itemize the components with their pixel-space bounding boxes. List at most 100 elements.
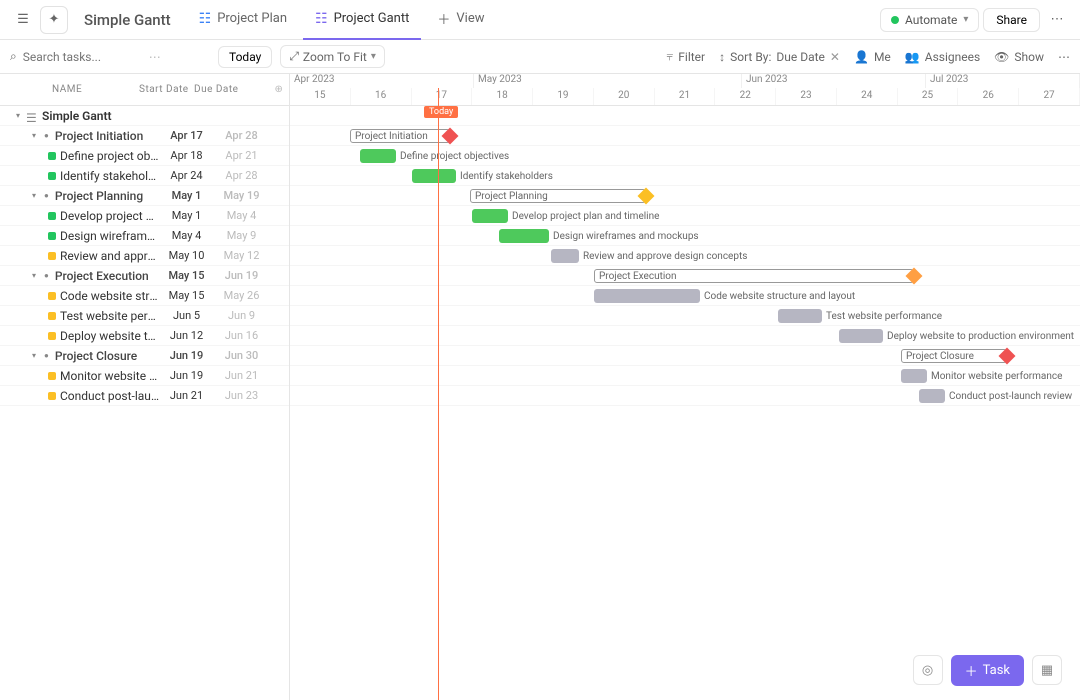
gantt-bar[interactable]: Project Initiation xyxy=(350,129,450,143)
tab-project-plan[interactable]: ☷ Project Plan xyxy=(187,0,299,40)
task-row[interactable]: Design wireframes and mockupsMay 4May 9 xyxy=(0,226,289,246)
gantt-row: Project Planning xyxy=(290,186,1080,206)
gantt-row: Conduct post-launch review xyxy=(290,386,1080,406)
start-date: May 10 xyxy=(159,249,214,262)
task-row[interactable]: Test website performanceJun 5Jun 9 xyxy=(0,306,289,326)
gantt-bar-label: Test website performance xyxy=(826,311,942,322)
gantt-bar[interactable]: Project Planning xyxy=(470,189,646,203)
start-date: Apr 18 xyxy=(159,149,214,162)
filter-label: Filter xyxy=(678,50,705,64)
collapse-toggle[interactable]: ▾ xyxy=(32,271,42,280)
clear-sort-icon[interactable]: ✕ xyxy=(830,50,840,64)
gantt-bar[interactable]: Conduct post-launch review xyxy=(919,389,945,403)
task-row[interactable]: ▾☰Simple Gantt xyxy=(0,106,289,126)
show-button[interactable]: 👁Show xyxy=(994,50,1044,64)
task-name: Monitor website performance xyxy=(56,369,159,383)
gantt-bar[interactable]: Code website structure and layout xyxy=(594,289,700,303)
sort-field: Due Date xyxy=(776,50,825,64)
task-row[interactable]: ▾●Project InitiationApr 17Apr 28 xyxy=(0,126,289,146)
status-dot-icon xyxy=(891,16,899,24)
task-row[interactable]: ▾●Project ExecutionMay 15Jun 19 xyxy=(0,266,289,286)
gantt-bar[interactable]: Develop project plan and timeline xyxy=(472,209,508,223)
task-row[interactable]: Conduct post-launch reviewJun 21Jun 23 xyxy=(0,386,289,406)
day-label: 24 xyxy=(837,88,898,105)
share-button[interactable]: Share xyxy=(983,8,1040,32)
bars-icon: ☷ xyxy=(199,11,212,27)
search-more-icon[interactable]: ⋯ xyxy=(149,50,161,64)
day-label: 26 xyxy=(958,88,1019,105)
task-name: Develop project plan and timeline xyxy=(56,209,159,223)
tab-label: Project Plan xyxy=(217,11,287,26)
due-date: Apr 28 xyxy=(214,129,269,142)
assignees-button[interactable]: 👥Assignees xyxy=(905,50,980,64)
zoom-fit-button[interactable]: ⤢ Zoom To Fit ▾ xyxy=(280,45,385,68)
task-row[interactable]: Review and approve design conceptsMay 10… xyxy=(0,246,289,266)
collapse-toggle[interactable]: ▾ xyxy=(32,351,42,360)
gantt-bar[interactable]: Design wireframes and mockups xyxy=(499,229,549,243)
me-button[interactable]: 👤 Me xyxy=(854,50,891,64)
sort-button[interactable]: ↕ Sort By: Due Date ✕ xyxy=(719,50,840,64)
task-row[interactable]: Develop project plan and timelineMay 1Ma… xyxy=(0,206,289,226)
gantt-bar[interactable]: Project Execution xyxy=(594,269,914,283)
search-input[interactable] xyxy=(23,50,143,64)
gantt-bar[interactable]: Monitor website performance xyxy=(901,369,927,383)
folder-icon: ● xyxy=(44,351,49,360)
add-view-label: View xyxy=(456,11,484,26)
task-row[interactable]: Deploy website to production envir...Jun… xyxy=(0,326,289,346)
collapse-toggle[interactable]: ▾ xyxy=(32,131,42,140)
gantt-row: Project Closure xyxy=(290,346,1080,366)
month-label: Jun 2023 xyxy=(742,74,926,88)
gantt-row: Identify stakeholders xyxy=(290,166,1080,186)
due-date: May 9 xyxy=(214,229,269,242)
filter-button[interactable]: ⫧Filter xyxy=(666,49,705,64)
more-icon[interactable]: ⋯ xyxy=(1044,7,1070,33)
add-view-button[interactable]: ＋View xyxy=(425,0,496,40)
status-square-icon xyxy=(48,232,56,240)
gantt-bar[interactable]: Test website performance xyxy=(778,309,822,323)
collapse-toggle[interactable]: ▾ xyxy=(16,111,26,120)
start-date: May 1 xyxy=(159,189,214,202)
apps-button[interactable]: ▦ xyxy=(1032,655,1062,685)
automate-button[interactable]: Automate▾ xyxy=(880,8,979,32)
task-row[interactable]: ▾●Project PlanningMay 1May 19 xyxy=(0,186,289,206)
due-date: May 4 xyxy=(214,209,269,222)
due-date: May 26 xyxy=(214,289,269,302)
col-due-header: Due Date xyxy=(194,74,249,105)
gantt-bar[interactable]: Deploy website to production environment xyxy=(839,329,883,343)
status-square-icon xyxy=(48,372,56,380)
gantt-bar[interactable]: Identify stakeholders xyxy=(412,169,456,183)
new-task-label: Task xyxy=(983,663,1010,678)
task-row[interactable]: Define project objectivesApr 18Apr 21 xyxy=(0,146,289,166)
task-row[interactable]: Code website structure and layoutMay 15M… xyxy=(0,286,289,306)
sort-icon: ↕ xyxy=(719,50,725,64)
zoom-label: Zoom To Fit xyxy=(303,50,367,64)
sort-prefix: Sort By: xyxy=(730,50,771,64)
day-label: 19 xyxy=(533,88,594,105)
task-name: Review and approve design concepts xyxy=(56,249,159,263)
task-row[interactable]: ▾●Project ClosureJun 19Jun 30 xyxy=(0,346,289,366)
today-marker xyxy=(438,88,439,700)
gantt-bar[interactable]: Project Closure xyxy=(901,349,1007,363)
task-row[interactable]: Monitor website performanceJun 19Jun 21 xyxy=(0,366,289,386)
gantt-bar[interactable]: Define project objectives xyxy=(360,149,396,163)
add-column-button[interactable]: ⊕ xyxy=(269,74,289,105)
record-button[interactable]: ◎ xyxy=(913,655,943,685)
tab-project-gantt[interactable]: ☷Project Gantt xyxy=(303,0,421,40)
gantt-bar-label: Code website structure and layout xyxy=(704,291,855,302)
start-date: Jun 19 xyxy=(159,369,214,382)
start-date: Jun 21 xyxy=(159,389,214,402)
task-row[interactable]: Identify stakeholdersApr 24Apr 28 xyxy=(0,166,289,186)
task-name: Conduct post-launch review xyxy=(56,389,159,403)
today-button[interactable]: Today xyxy=(218,46,272,68)
me-label: Me xyxy=(874,50,891,64)
toolbar-more-icon[interactable]: ⋯ xyxy=(1058,50,1070,64)
task-list-pane: NAME Start Date Due Date ⊕ ▾☰Simple Gant… xyxy=(0,74,290,700)
gantt-bar[interactable]: Review and approve design concepts xyxy=(551,249,579,263)
day-label: 22 xyxy=(715,88,776,105)
user-icon: 👤 xyxy=(854,50,869,64)
day-label: 18 xyxy=(472,88,533,105)
collapse-sidebar-icon[interactable]: ☰ xyxy=(10,7,36,33)
new-task-button[interactable]: ＋Task xyxy=(951,655,1024,686)
collapse-toggle[interactable]: ▾ xyxy=(32,191,42,200)
gantt-bar-label: Deploy website to production environment xyxy=(887,331,1074,342)
